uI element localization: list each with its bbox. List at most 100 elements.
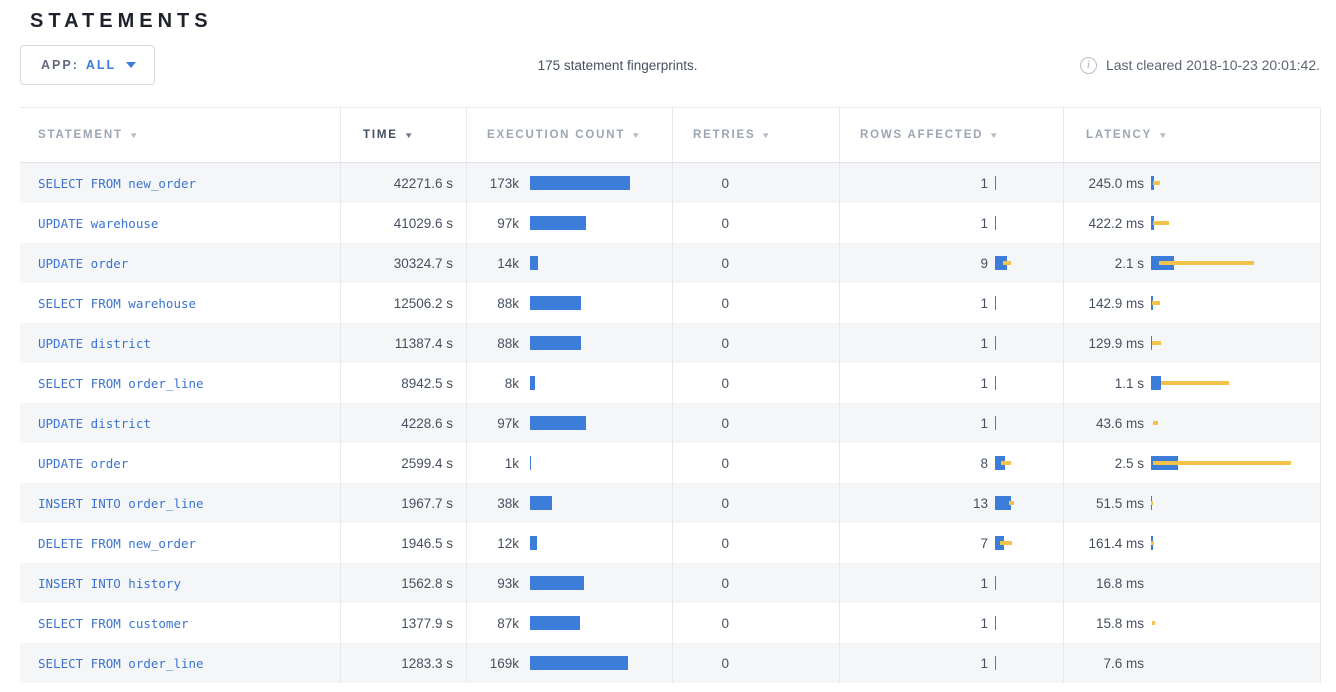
statement-link[interactable]: DELETE FROM new_order: [38, 536, 196, 551]
column-header-count[interactable]: EXECUTION COUNT▼: [467, 108, 673, 162]
retries-value: 0: [673, 616, 729, 631]
rows-affected-bar: [995, 416, 1063, 430]
rows-affected-stddev-bar: [1001, 461, 1011, 465]
execution-count-bar: [530, 216, 672, 230]
app-filter-dropdown[interactable]: APP: ALL: [20, 45, 155, 85]
latency-value: 422.2 ms: [1064, 216, 1144, 231]
rows-affected-bar: [995, 496, 1063, 510]
table-row: UPDATE order 30324.7 s 14k 0 9 2.1 s: [20, 243, 1321, 283]
rows-affected-mean-bar: [995, 176, 996, 190]
latency-bar: [1151, 216, 1320, 230]
table-row: UPDATE district 11387.4 s 88k 0 1 129.9 …: [20, 323, 1321, 363]
rows-affected-value: 9: [840, 256, 988, 271]
execution-count-value: 97k: [467, 416, 519, 431]
execution-count-bar: [530, 656, 672, 670]
statement-link[interactable]: SELECT FROM order_line: [38, 656, 204, 671]
statement-link[interactable]: UPDATE warehouse: [38, 216, 158, 231]
time-value: 42271.6 s: [394, 176, 453, 191]
statement-link[interactable]: SELECT FROM order_line: [38, 376, 204, 391]
time-value: 1562.8 s: [401, 576, 453, 591]
latency-stddev-bar: [1153, 181, 1160, 185]
table-row: SELECT FROM warehouse 12506.2 s 88k 0 1 …: [20, 283, 1321, 323]
rows-affected-bar: [995, 256, 1063, 270]
retries-value: 0: [673, 336, 729, 351]
latency-stddev-bar: [1153, 221, 1169, 225]
latency-bar: [1151, 616, 1320, 630]
table-row: SELECT FROM new_order 42271.6 s 173k 0 1…: [20, 163, 1321, 203]
latency-value: 43.6 ms: [1064, 416, 1144, 431]
latency-stddev-bar: [1151, 541, 1154, 545]
latency-bar: [1151, 656, 1320, 670]
statement-link[interactable]: UPDATE district: [38, 416, 151, 431]
execution-count-value: 88k: [467, 296, 519, 311]
execution-count-bar-fill: [530, 536, 537, 550]
statement-link[interactable]: SELECT FROM customer: [38, 616, 189, 631]
rows-affected-bar: [995, 376, 1063, 390]
execution-count-bar: [530, 576, 672, 590]
latency-value: 129.9 ms: [1064, 336, 1144, 351]
rows-affected-stddev-bar: [1000, 541, 1012, 545]
column-header-label: ROWS AFFECTED: [860, 129, 983, 141]
latency-bar: [1151, 376, 1320, 390]
execution-count-bar-fill: [530, 256, 538, 270]
execution-count-bar: [530, 416, 672, 430]
column-header-statement[interactable]: STATEMENT▼: [20, 108, 341, 162]
statement-link[interactable]: UPDATE district: [38, 336, 151, 351]
retries-value: 0: [673, 656, 729, 671]
sort-descending-icon: ▼: [761, 131, 773, 140]
latency-bar: [1151, 536, 1320, 550]
app-filter-label: APP:: [41, 58, 79, 72]
toolbar: APP: ALL 175 statement fingerprints. i L…: [20, 45, 1320, 85]
retries-value: 0: [673, 256, 729, 271]
page-title: STATEMENTS: [30, 10, 1336, 33]
statement-link[interactable]: SELECT FROM warehouse: [38, 296, 196, 311]
retries-value: 0: [673, 456, 729, 471]
execution-count-bar: [530, 536, 672, 550]
column-header-latency[interactable]: LATENCY ▼: [1064, 108, 1321, 162]
column-header-rows[interactable]: ROWS AFFECTED▼: [840, 108, 1064, 162]
rows-affected-value: 1: [840, 616, 988, 631]
time-value: 12506.2 s: [394, 296, 453, 311]
rows-affected-value: 1: [840, 416, 988, 431]
latency-bar: [1151, 496, 1320, 510]
app-filter-value: ALL: [86, 58, 116, 72]
latency-bar: [1151, 336, 1320, 350]
table-body: SELECT FROM new_order 42271.6 s 173k 0 1…: [20, 163, 1321, 683]
retries-value: 0: [673, 576, 729, 591]
statement-link[interactable]: SELECT FROM new_order: [38, 176, 196, 191]
table-row: UPDATE district 4228.6 s 97k 0 1 43.6 ms: [20, 403, 1321, 443]
execution-count-bar-fill: [530, 376, 535, 390]
latency-mean-bar: [1151, 376, 1161, 390]
time-value: 4228.6 s: [401, 416, 453, 431]
latency-value: 15.8 ms: [1064, 616, 1144, 631]
statement-link[interactable]: INSERT INTO history: [38, 576, 181, 591]
execution-count-bar-fill: [530, 216, 586, 230]
table-row: SELECT FROM order_line 8942.5 s 8k 0 1 1…: [20, 363, 1321, 403]
column-header-retries[interactable]: RETRIES▼: [673, 108, 840, 162]
column-header-label: LATENCY: [1086, 129, 1152, 141]
table-row: UPDATE order 2599.4 s 1k 0 8 2.5 s: [20, 443, 1321, 483]
execution-count-bar: [530, 376, 672, 390]
rows-affected-bar: [995, 336, 1063, 350]
info-icon[interactable]: i: [1080, 57, 1097, 74]
time-value: 1967.7 s: [401, 496, 453, 511]
execution-count-value: 12k: [467, 536, 519, 551]
latency-stddev-bar: [1152, 341, 1161, 345]
rows-affected-value: 1: [840, 576, 988, 591]
statement-link[interactable]: INSERT INTO order_line: [38, 496, 204, 511]
execution-count-bar-fill: [530, 656, 628, 670]
statement-link[interactable]: UPDATE order: [38, 256, 128, 271]
rows-affected-value: 1: [840, 376, 988, 391]
retries-value: 0: [673, 536, 729, 551]
execution-count-bar-fill: [530, 456, 531, 470]
execution-count-bar-fill: [530, 336, 581, 350]
execution-count-bar-fill: [530, 496, 552, 510]
column-header-time[interactable]: TIME▼: [341, 108, 467, 162]
statement-link[interactable]: UPDATE order: [38, 456, 128, 471]
latency-bar: [1151, 576, 1320, 590]
sort-descending-icon: ▼: [1158, 131, 1170, 140]
rows-affected-value: 1: [840, 336, 988, 351]
rows-affected-stddev-bar: [1009, 501, 1014, 505]
rows-affected-value: 13: [840, 496, 988, 511]
rows-affected-mean-bar: [995, 576, 996, 590]
